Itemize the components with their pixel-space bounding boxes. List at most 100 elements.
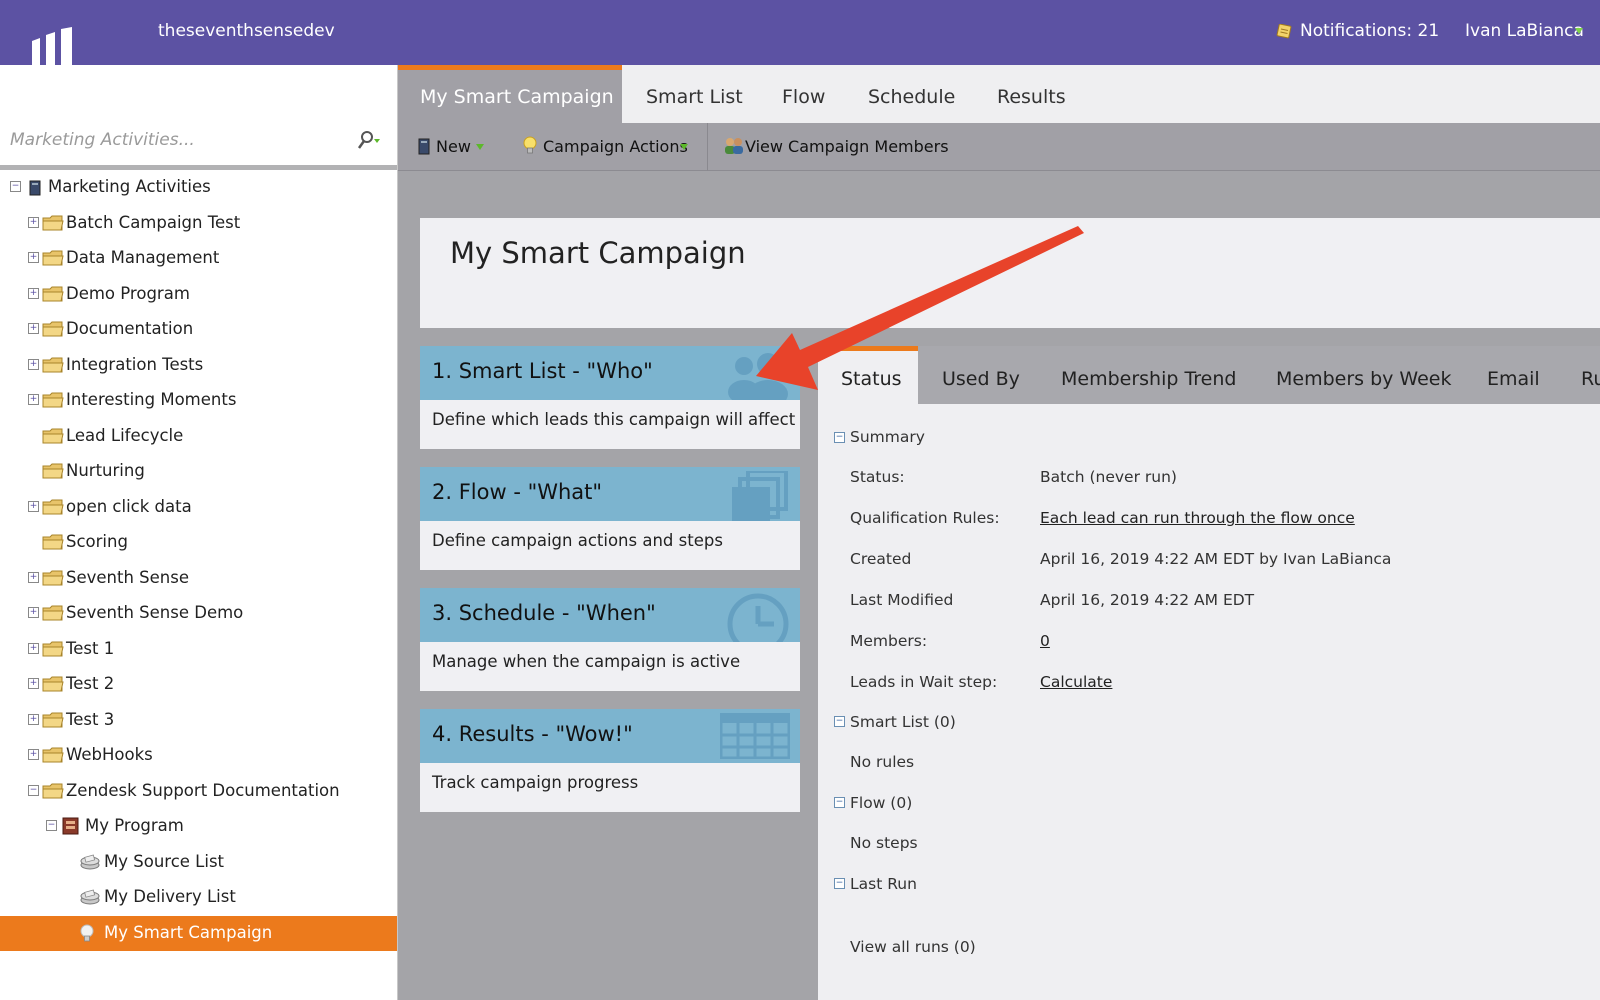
tree-item-label: My Program xyxy=(85,816,184,835)
expand-icon[interactable]: + xyxy=(28,216,39,228)
people-icon xyxy=(728,353,788,400)
step-title: 1. Smart List - "Who" xyxy=(432,359,653,383)
tab-runs-partial[interactable]: Ru xyxy=(1581,346,1600,404)
qualification-rules-link[interactable]: Each lead can run through the flow once xyxy=(1040,509,1355,527)
tab-used-by[interactable]: Used By xyxy=(942,346,1020,404)
tree-item[interactable]: + WebHooks xyxy=(0,738,397,773)
tree-item[interactable]: + Test 2 xyxy=(0,667,397,702)
collapse-icon[interactable]: − xyxy=(28,784,39,796)
new-menu-caret-icon[interactable] xyxy=(476,144,484,150)
expand-icon[interactable]: + xyxy=(28,287,39,299)
step-flow[interactable]: 2. Flow - "What" Define campaign actions… xyxy=(420,467,800,570)
tree-item-label: Demo Program xyxy=(66,283,190,303)
expand-icon[interactable]: + xyxy=(28,252,39,263)
calculate-link[interactable]: Calculate xyxy=(1040,673,1112,691)
tree-item-label: Batch Campaign Test xyxy=(66,212,241,232)
expand-icon[interactable]: + xyxy=(28,607,39,618)
expand-icon[interactable]: + xyxy=(28,323,39,334)
expand-icon[interactable]: + xyxy=(28,749,39,760)
page-title: My Smart Campaign xyxy=(450,236,746,270)
tab-membership-trend[interactable]: Membership Trend xyxy=(1061,346,1236,404)
folder-icon xyxy=(42,711,64,729)
tree-item[interactable]: Nurturing xyxy=(0,454,397,489)
summary-collapse-toggle[interactable]: − xyxy=(834,432,845,443)
tree-item[interactable]: + Seventh Sense Demo xyxy=(0,596,397,631)
tab-schedule[interactable]: Schedule xyxy=(868,65,955,123)
step-description: Track campaign progress xyxy=(432,773,639,792)
step-schedule[interactable]: 3. Schedule - "When" Manage when the cam… xyxy=(420,588,800,691)
status-value: Batch (never run) xyxy=(1040,468,1177,486)
user-menu[interactable]: Ivan LaBianca xyxy=(1465,21,1584,41)
expand-icon[interactable]: + xyxy=(28,571,39,583)
leads-in-wait-label: Leads in Wait step: xyxy=(850,673,998,691)
tree-item[interactable]: + Integration Tests xyxy=(0,348,397,383)
tab-label: Smart List xyxy=(646,86,743,108)
last-run-collapse-toggle[interactable]: − xyxy=(834,878,845,889)
notifications-link[interactable]: Notifications: 21 xyxy=(1300,21,1439,41)
tab-members-by-week[interactable]: Members by Week xyxy=(1276,346,1452,404)
tree-item[interactable]: − Zendesk Support Documentation xyxy=(0,774,397,809)
campaign-members-icon xyxy=(725,138,743,154)
tree-item[interactable]: − Marketing Activities xyxy=(0,170,397,205)
expand-icon[interactable]: + xyxy=(28,500,39,512)
tree-item-label: Documentation xyxy=(66,319,194,338)
view-all-runs-link[interactable]: View all runs (0) xyxy=(850,938,976,956)
tree-item[interactable]: + Data Management xyxy=(0,241,397,276)
tab-smart-list[interactable]: Smart List xyxy=(646,65,743,123)
tab-results[interactable]: Results xyxy=(997,65,1066,123)
expand-icon[interactable]: + xyxy=(28,678,39,689)
last-modified-label: Last Modified xyxy=(850,591,954,609)
tree-item-label: Test 1 xyxy=(66,638,115,658)
tree-item[interactable]: + Batch Campaign Test xyxy=(0,206,397,241)
tab-my-smart-campaign[interactable]: My Smart Campaign xyxy=(398,65,622,123)
new-menu-button[interactable]: New xyxy=(436,137,471,156)
tree-item[interactable]: Scoring xyxy=(0,525,397,560)
tree-item[interactable]: My Smart Campaign xyxy=(0,915,397,951)
step-header: 1. Smart List - "Who" xyxy=(420,346,800,400)
collapse-icon[interactable]: − xyxy=(46,820,57,831)
tree-item[interactable]: + Documentation xyxy=(0,312,397,347)
step-smart-list[interactable]: 1. Smart List - "Who" Define which leads… xyxy=(420,346,800,449)
tree-item[interactable]: + Interesting Moments xyxy=(0,383,397,418)
tab-email[interactable]: Email xyxy=(1487,346,1540,404)
folder-icon xyxy=(42,285,64,303)
tree-item[interactable]: My Delivery List xyxy=(0,880,397,915)
view-campaign-members-button[interactable]: View Campaign Members xyxy=(745,137,949,156)
step-results[interactable]: 4. Results - "Wow!" Track campaign progr… xyxy=(420,709,800,812)
search-area xyxy=(0,65,397,165)
tree-search-input[interactable] xyxy=(10,127,340,153)
expand-icon[interactable]: + xyxy=(28,394,39,405)
expand-icon[interactable]: + xyxy=(28,642,39,654)
tab-status[interactable]: Status xyxy=(818,346,918,404)
last-modified-value: April 16, 2019 4:22 AM EDT xyxy=(1040,591,1255,609)
expand-icon[interactable]: + xyxy=(28,358,39,370)
tab-flow[interactable]: Flow xyxy=(782,65,825,123)
folder-icon xyxy=(42,533,64,551)
tree-item[interactable]: My Source List xyxy=(0,845,397,880)
tree-item[interactable]: Lead Lifecycle xyxy=(0,419,397,454)
program-icon xyxy=(61,817,81,835)
tree-item[interactable]: + Seventh Sense xyxy=(0,561,397,596)
campaign-actions-caret-icon[interactable] xyxy=(680,144,688,150)
folder-icon xyxy=(42,320,64,338)
search-options-icon[interactable] xyxy=(357,130,381,150)
tree-item-label: Interesting Moments xyxy=(66,390,237,409)
collapse-icon[interactable]: − xyxy=(10,181,21,192)
tab-label: Flow xyxy=(782,86,826,108)
list-icon xyxy=(79,888,100,906)
tree-item-label: open click data xyxy=(66,496,192,516)
details-tab-bar: Status Used By Membership Trend Members … xyxy=(818,346,1600,404)
notification-icon[interactable] xyxy=(1276,24,1292,39)
tree-item[interactable]: + open click data xyxy=(0,490,397,525)
expand-icon[interactable]: + xyxy=(28,713,39,725)
tree-item[interactable]: + Test 1 xyxy=(0,632,397,667)
tree-item[interactable]: + Test 3 xyxy=(0,703,397,738)
members-count-link[interactable]: 0 xyxy=(1040,632,1050,650)
user-menu-caret-icon[interactable] xyxy=(1575,28,1583,34)
smart-list-collapse-toggle[interactable]: − xyxy=(834,716,845,727)
campaign-actions-menu-button[interactable]: Campaign Actions xyxy=(543,137,688,156)
flow-collapse-toggle[interactable]: − xyxy=(834,797,845,808)
tree-item-label: Seventh Sense xyxy=(66,567,190,587)
tree-item[interactable]: − My Program xyxy=(0,809,397,844)
tree-item[interactable]: + Demo Program xyxy=(0,277,397,312)
